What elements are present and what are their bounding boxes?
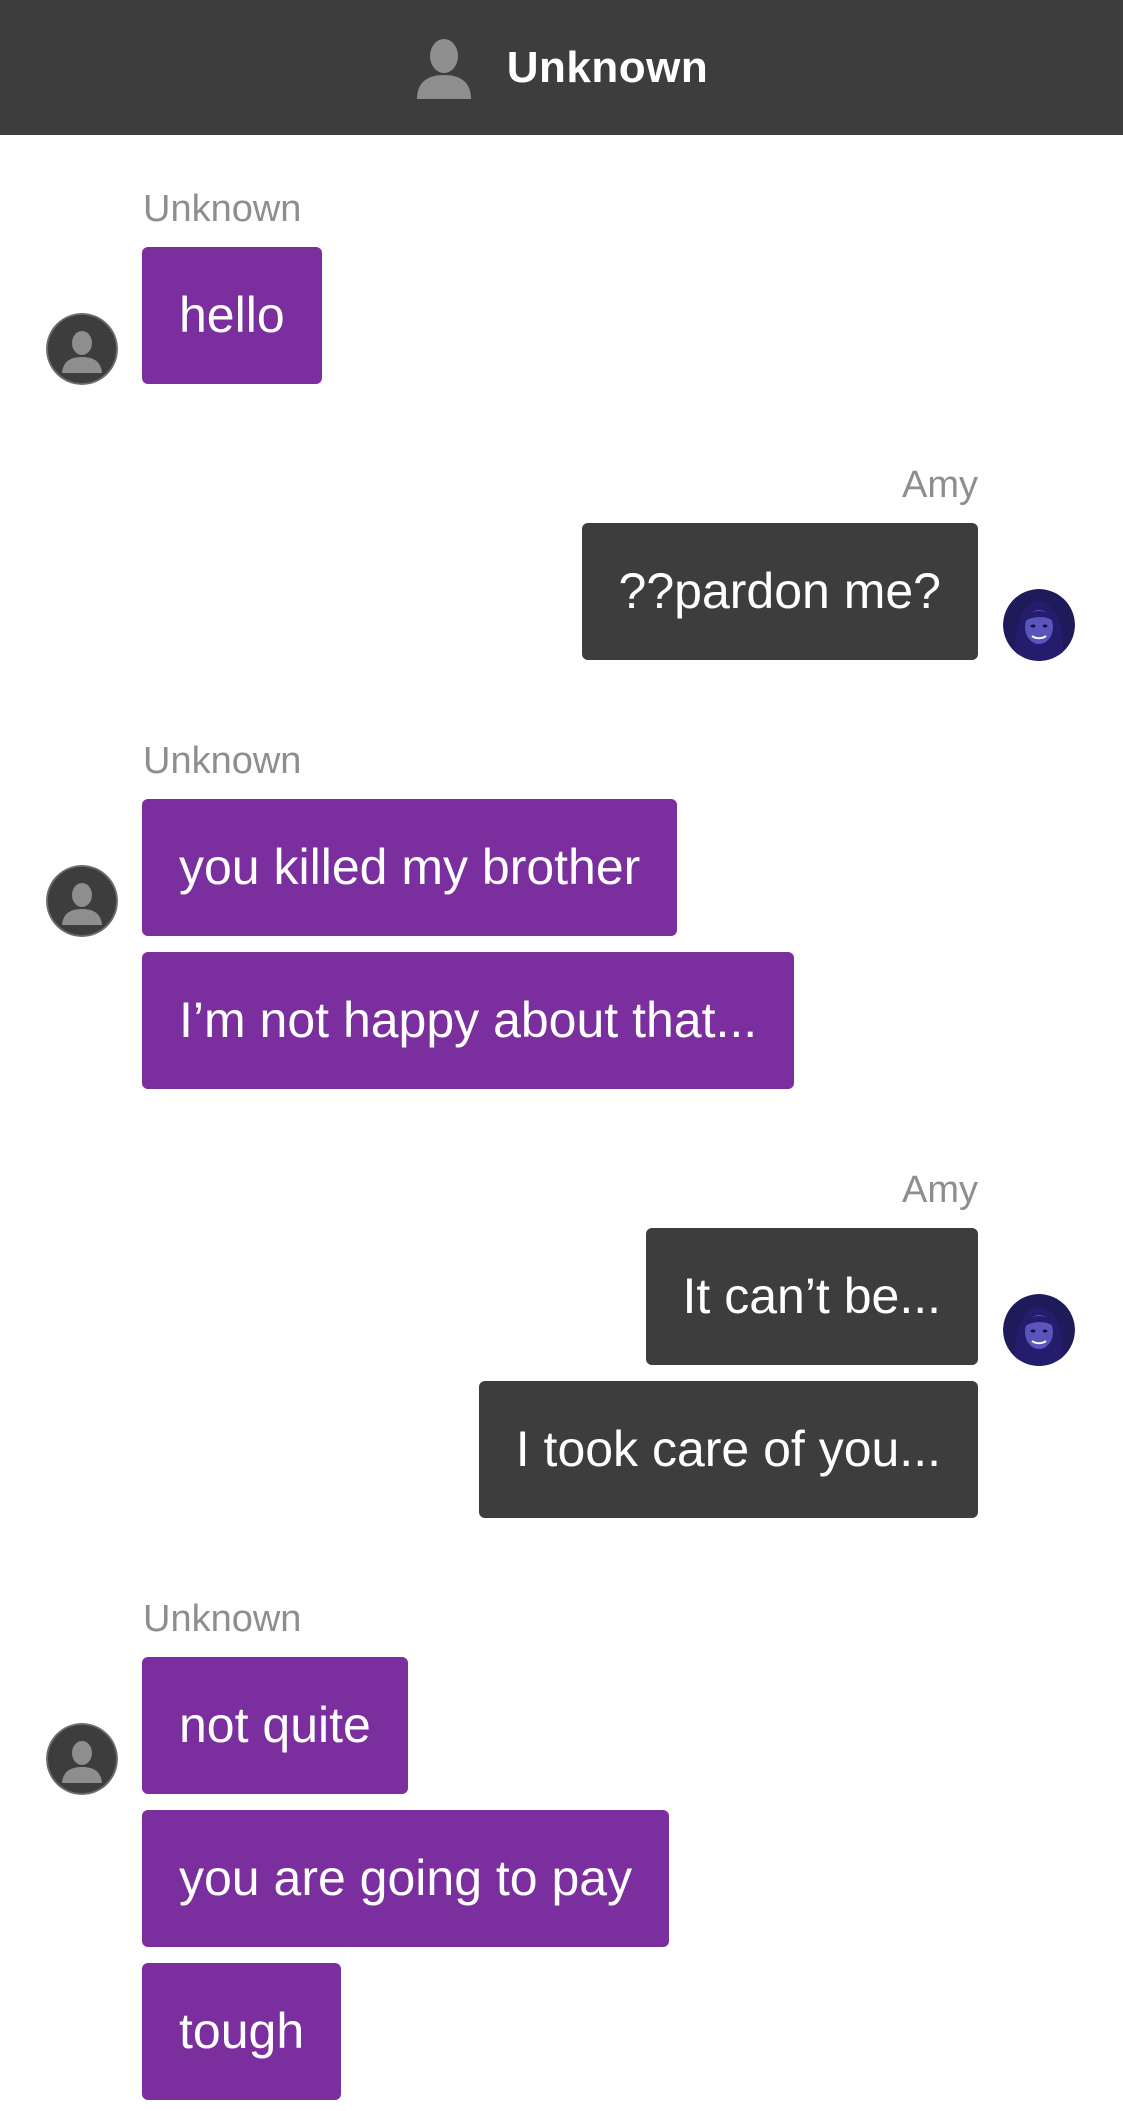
sender-name: Amy: [902, 464, 978, 506]
message-bubble[interactable]: hello: [142, 247, 322, 384]
amy-avatar-icon[interactable]: [1003, 589, 1075, 661]
contact-icon: [416, 38, 471, 99]
header-content[interactable]: Unknown: [415, 37, 708, 99]
sender-name: Amy: [902, 1169, 978, 1211]
message-bubble[interactable]: you killed my brother: [142, 799, 678, 936]
unknown-avatar-icon[interactable]: [46, 313, 118, 385]
header-title: Unknown: [506, 42, 709, 92]
sender-name: Unknown: [143, 188, 302, 230]
message-bubble[interactable]: I took care of you...: [478, 1381, 978, 1518]
message-bubble[interactable]: ??pardon me?: [581, 523, 978, 660]
sender-name: Unknown: [143, 1598, 302, 1640]
chat-header: Unknown: [0, 0, 1123, 135]
sender-name: Unknown: [143, 740, 302, 782]
amy-avatar-icon[interactable]: [1003, 1294, 1075, 1366]
unknown-avatar-icon[interactable]: [46, 865, 118, 937]
unknown-avatar-icon[interactable]: [46, 1723, 118, 1795]
message-bubble[interactable]: you are going to pay: [142, 1810, 670, 1947]
message-bubble[interactable]: I’m not happy about that...: [142, 952, 795, 1089]
message-bubble[interactable]: It can’t be...: [645, 1228, 978, 1365]
message-bubble[interactable]: not quite: [142, 1657, 408, 1794]
message-bubble[interactable]: tough: [142, 1963, 342, 2100]
